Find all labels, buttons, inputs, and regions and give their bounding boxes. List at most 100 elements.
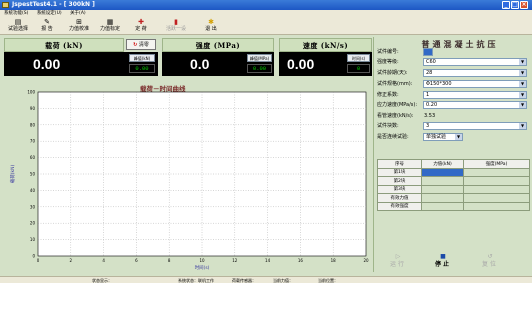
table-cell[interactable] (421, 201, 464, 211)
row-label: 第2块 (377, 176, 422, 186)
strength-grade-label: 强度等级: (377, 59, 399, 65)
load-time-chart: 0 10 20 30 40 50 60 70 80 90 100 0 2 4 6 8 10 12 14 16 18 20 时… (9, 90, 369, 272)
x-tick-label: 12 (232, 258, 238, 263)
window-title: JspestTest4.1 - [ 300kN ] (12, 1, 95, 8)
load-value: 0.00 (33, 56, 61, 72)
time-value: 0 (347, 64, 370, 73)
table-cell[interactable] (463, 193, 530, 203)
correction-select[interactable]: 1 ▼ (423, 91, 527, 99)
y-tick-label: 50 (30, 172, 36, 177)
strength-display: 0.0 峰值(MPa) 0.00 (162, 52, 274, 76)
x-tick-label: 2 (70, 258, 73, 263)
x-tick-label: 10 (199, 258, 205, 263)
stop-button[interactable]: ■ 停止 (429, 253, 457, 271)
speed-value: 0.00 (287, 56, 315, 72)
speed-gauge-title: 速度 (kN/s) (279, 38, 372, 52)
window-title-bar[interactable]: JspestTest4.1 - [ 300kN ] _ □ × (0, 0, 532, 10)
x-axis-label: 时间(s) (195, 264, 210, 271)
refresh-icon: ↻ (133, 42, 138, 48)
pin-icon: ✚ (138, 18, 144, 26)
table-row[interactable]: 第2块 (377, 176, 530, 186)
y-tick-label: 20 (30, 221, 36, 226)
x-tick-label: 6 (135, 258, 138, 263)
table-cell[interactable] (421, 184, 464, 194)
table-row[interactable]: 有效力值 (377, 193, 530, 203)
list-icon: ▤ (14, 18, 22, 26)
app-icon (2, 2, 9, 8)
table-cell[interactable] (421, 193, 464, 203)
age-select[interactable]: 28 ▼ (423, 69, 527, 77)
column-header: 序号 (377, 159, 422, 169)
maximize-icon[interactable]: □ (511, 1, 519, 9)
x-tick-label: 16 (298, 258, 304, 263)
block-count-select[interactable]: 3 ▼ (423, 122, 527, 130)
clear-button[interactable]: ↻ 清零 (126, 39, 156, 50)
chevron-down-icon[interactable]: ▼ (519, 102, 526, 108)
table-cell[interactable] (421, 176, 464, 186)
force-setting-button[interactable]: ▦ 力值标定 (97, 18, 123, 34)
force-calibrate-button[interactable]: ⊞ 力值校准 (66, 18, 92, 34)
table-header-row: 序号 力值(kN) 强度(MPa) (377, 159, 530, 169)
specimen-no-input[interactable] (423, 48, 433, 56)
minimize-icon[interactable]: _ (502, 1, 510, 9)
chevron-down-icon[interactable]: ▼ (519, 70, 526, 76)
reset-button[interactable]: ↺ 复位 (476, 253, 504, 271)
table-cell[interactable] (463, 201, 530, 211)
plot-area (37, 91, 367, 257)
device-icon: ▮ (174, 18, 178, 26)
table-cell[interactable] (463, 184, 530, 194)
table-cell[interactable] (421, 167, 464, 177)
chevron-down-icon[interactable]: ▼ (519, 59, 526, 65)
y-tick-label: 90 (30, 106, 36, 111)
strength-peak-value: 0.00 (247, 64, 272, 73)
report-icon: ✎ (44, 18, 50, 26)
status-bar: 状态显示： 系统状态：联机工作 荷载传感器： 当前力值： 当前位置： (0, 276, 532, 283)
table-row[interactable]: 第3块 (377, 184, 530, 194)
toolbar: ▤ 试验选择 ✎ 报 告 ⊞ 力值校准 ▦ 力值标定 ✚ 定 荷 ▮ 活跃一设 … (0, 17, 532, 35)
stress-rate-select[interactable]: 0.20 ▼ (423, 101, 527, 109)
speed-display: 0.00 时间(s) 0 (279, 52, 372, 76)
spec-size-select[interactable]: Φ150*300 ▼ (423, 80, 527, 88)
menu-about[interactable]: 关于(A) (70, 11, 86, 16)
y-tick-label: 60 (30, 155, 36, 160)
time-label: 时间(s) (347, 54, 370, 62)
continuous-label: 是否连续试验: (377, 134, 409, 140)
run-button[interactable]: ▷ 运行 (384, 253, 412, 271)
blank-area (0, 283, 532, 312)
test-select-button[interactable]: ▤ 试验选择 (6, 18, 30, 34)
strength-peak-label: 峰值(MPa) (247, 54, 272, 62)
table-row[interactable]: 第1块 (377, 167, 530, 177)
table-row[interactable]: 有效强度 (377, 201, 530, 211)
chevron-down-icon[interactable]: ▼ (519, 92, 526, 98)
x-tick-label: 14 (265, 258, 271, 263)
exit-button[interactable]: ✱ 退 出 (200, 18, 222, 34)
y-tick-label: 100 (27, 90, 35, 95)
strength-grade-select[interactable]: C60 ▼ (423, 58, 527, 66)
results-table: 序号 力值(kN) 强度(MPa) 第1块 第2块 第3块 有效力值 有效强度 (377, 159, 530, 211)
calibrate-icon: ⊞ (76, 18, 82, 26)
continuous-select[interactable]: 单独试验 ▼ (423, 133, 463, 141)
load-rate-label: 看管速度(kN/s): (377, 113, 414, 119)
y-tick-label: 40 (30, 188, 36, 193)
x-tick-label: 20 (363, 258, 369, 263)
fixed-load-button[interactable]: ✚ 定 荷 (130, 18, 152, 34)
load-peak-value: 0.00 (129, 64, 155, 73)
chevron-down-icon[interactable]: ▼ (519, 123, 526, 129)
load-peak-label: 峰值(kN) (129, 54, 155, 62)
active-set-button[interactable]: ▮ 活跃一设 (163, 18, 189, 34)
column-header: 力值(kN) (421, 159, 464, 169)
y-tick-label: 10 (30, 237, 36, 242)
menu-settings[interactable]: 系统设定(U) (37, 11, 62, 16)
table-cell[interactable] (463, 176, 530, 186)
report-button[interactable]: ✎ 报 告 (36, 18, 58, 34)
close-icon[interactable]: × (520, 1, 528, 9)
table-cell[interactable] (463, 167, 530, 177)
setting-icon: ▦ (106, 18, 114, 26)
stop-icon: ■ (440, 253, 446, 260)
chevron-down-icon[interactable]: ▼ (455, 134, 462, 140)
chevron-down-icon[interactable]: ▼ (519, 81, 526, 87)
row-label: 第3块 (377, 184, 422, 194)
menu-system[interactable]: 系统功能(S) (4, 11, 28, 16)
reset-icon: ↺ (487, 253, 493, 260)
y-axis-label: 载荷(kN) (9, 165, 16, 184)
